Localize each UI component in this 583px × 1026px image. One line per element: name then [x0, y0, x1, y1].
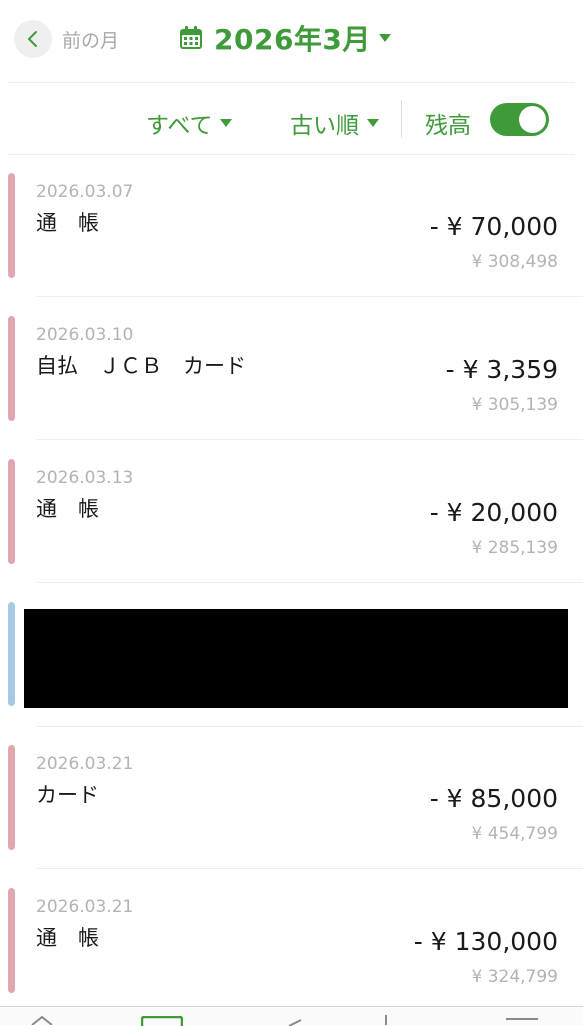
chevron-down-icon: [367, 119, 379, 127]
chevron-down-icon: [378, 34, 391, 42]
type-filter-label: すべて: [146, 113, 213, 139]
transaction-date: 2026.03.21: [36, 754, 134, 774]
month-title: 2026年3月: [214, 23, 371, 56]
transaction-row[interactable]: 2026.03.10 自払 ＪＣＢ カード - ¥ 3,359 ¥ 305,13…: [0, 298, 583, 440]
transaction-date: 2026.03.13: [36, 468, 134, 488]
running-balance: ¥ 285,139: [471, 538, 558, 558]
bottom-tab-bar: [0, 1006, 583, 1026]
transaction-description: 通 帳: [36, 497, 99, 521]
running-balance: ¥ 454,799: [471, 824, 558, 844]
previous-month-button[interactable]: [14, 20, 52, 58]
transaction-description: 自払 ＪＣＢ カード: [36, 354, 246, 378]
transaction-date: 2026.03.21: [36, 897, 134, 917]
transaction-row[interactable]: 2026.03.13 通 帳 - ¥ 20,000 ¥ 285,139: [0, 441, 583, 583]
divider: [36, 439, 583, 440]
running-balance: ¥ 324,799: [471, 967, 558, 987]
transaction-description: 通 帳: [36, 926, 99, 950]
expense-indicator: [8, 173, 15, 278]
calendar-icon: [180, 26, 202, 49]
type-filter-dropdown[interactable]: すべて: [146, 106, 233, 140]
transaction-date: 2026.03.10: [36, 325, 134, 345]
transaction-amount: - ¥ 20,000: [429, 498, 558, 527]
redacted-transaction: [24, 609, 568, 708]
expense-indicator: [8, 316, 15, 421]
transaction-row[interactable]: 2026.03.21 カード - ¥ 85,000 ¥ 454,799: [0, 727, 583, 869]
transaction-row[interactable]: 2026.03.07 通 帳 - ¥ 70,000 ¥ 308,498: [0, 155, 583, 297]
sort-order-label: 古い順: [290, 113, 359, 139]
transaction-amount: - ¥ 130,000: [413, 927, 558, 956]
divider: [36, 582, 583, 583]
transaction-row[interactable]: 2026.03.21 通 帳 - ¥ 130,000 ¥ 324,799: [0, 870, 583, 1012]
month-selector[interactable]: 2026年3月: [178, 18, 391, 58]
toggle-knob: [519, 106, 546, 133]
header: 前の月 2026年3月: [0, 0, 583, 82]
divider: [8, 82, 575, 83]
chevron-down-icon: [220, 119, 233, 127]
running-balance: ¥ 305,139: [471, 395, 558, 415]
transaction-amount: - ¥ 85,000: [429, 784, 558, 813]
expense-indicator: [8, 888, 15, 993]
balance-toggle[interactable]: [490, 103, 549, 136]
transaction-amount: - ¥ 70,000: [429, 212, 558, 241]
divider: [36, 868, 583, 869]
divider: [401, 100, 402, 138]
transaction-date: 2026.03.07: [36, 182, 134, 202]
income-indicator: [8, 602, 15, 706]
list-tab-icon[interactable]: [141, 1016, 183, 1026]
chart-icon[interactable]: [285, 1018, 305, 1026]
divider: [36, 296, 583, 297]
running-balance: ¥ 308,498: [471, 252, 558, 272]
chevron-left-icon: [28, 31, 37, 47]
filter-bar: すべて 古い順 残高: [0, 84, 583, 154]
expense-indicator: [8, 745, 15, 850]
transaction-description: カード: [36, 783, 99, 807]
transaction-amount: - ¥ 3,359: [445, 355, 558, 384]
previous-month-label[interactable]: 前の月: [62, 26, 119, 53]
transaction-description: 通 帳: [36, 211, 99, 235]
expense-indicator: [8, 459, 15, 564]
balance-label: 残高: [425, 113, 471, 139]
sort-order-dropdown[interactable]: 古い順: [290, 106, 379, 140]
